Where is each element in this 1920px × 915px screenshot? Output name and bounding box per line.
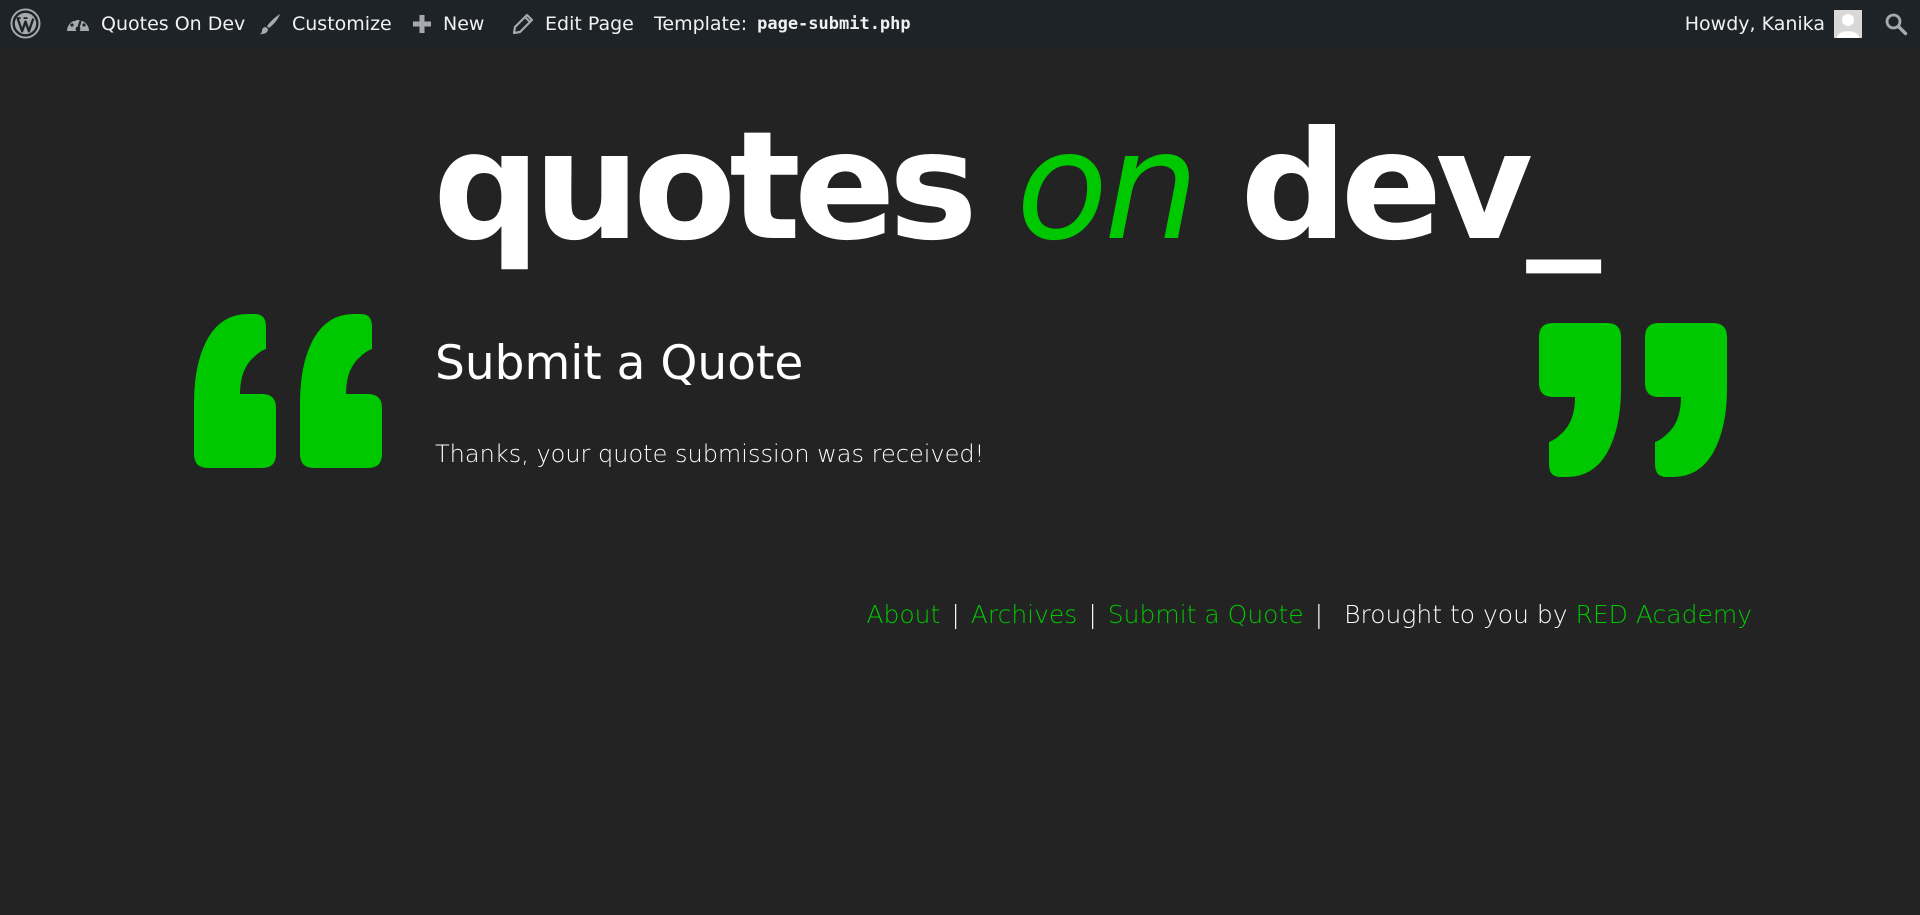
- search-button[interactable]: [1884, 0, 1908, 47]
- wordpress-logo-icon: [10, 8, 41, 39]
- edit-page-button[interactable]: Edit Page: [511, 0, 634, 47]
- my-account-menu[interactable]: Howdy, Kanika: [1685, 0, 1862, 47]
- wp-logo-button[interactable]: [10, 0, 41, 47]
- edit-page-label: Edit Page: [545, 12, 634, 35]
- site-title[interactable]: quotes on dev_: [433, 112, 1601, 262]
- footer-credit-text: Brought to you by: [1344, 600, 1568, 629]
- submission-confirmation-message: Thanks, your quote submission was receiv…: [435, 440, 985, 468]
- site-name-label: Quotes On Dev: [101, 12, 246, 35]
- site-name-menu[interactable]: Quotes On Dev: [65, 0, 245, 47]
- page-title: Submit a Quote: [435, 336, 804, 391]
- customize-button[interactable]: Customize: [258, 0, 392, 47]
- search-icon: [1884, 12, 1908, 36]
- site-title-dev: dev_: [1240, 100, 1601, 274]
- customize-label: Customize: [292, 12, 392, 35]
- pencil-icon: [511, 12, 535, 36]
- template-label: Template:: [654, 12, 748, 35]
- footer-link-red-academy[interactable]: RED Academy: [1576, 600, 1753, 629]
- footer-separator: |: [951, 600, 960, 629]
- site-title-on: on: [1016, 100, 1199, 274]
- template-file: page-submit.php: [757, 13, 911, 34]
- new-label: New: [443, 12, 485, 35]
- paintbrush-icon: [258, 12, 282, 36]
- plus-icon: [411, 13, 433, 35]
- footer-link-archives[interactable]: Archives: [971, 600, 1078, 629]
- footer-link-about[interactable]: About: [866, 600, 940, 629]
- footer-separator: |: [1314, 600, 1324, 629]
- close-quote-icon: [1539, 323, 1727, 477]
- howdy-label: Howdy, Kanika: [1684, 12, 1825, 35]
- site-footer: About | Archives | Submit a Quote | Brou…: [866, 600, 1752, 629]
- dashboard-icon: [65, 12, 91, 36]
- admin-bar: Quotes On Dev Customize New Edit Page Te…: [0, 0, 1920, 47]
- site-title-quotes: quotes: [433, 100, 978, 274]
- footer-link-submit-quote[interactable]: Submit a Quote: [1108, 600, 1304, 629]
- new-content-menu[interactable]: New: [411, 0, 484, 47]
- footer-separator: |: [1088, 600, 1097, 629]
- open-quote-icon: [194, 314, 382, 468]
- template-info[interactable]: Template: page-submit.php: [654, 0, 911, 47]
- avatar: [1834, 9, 1862, 38]
